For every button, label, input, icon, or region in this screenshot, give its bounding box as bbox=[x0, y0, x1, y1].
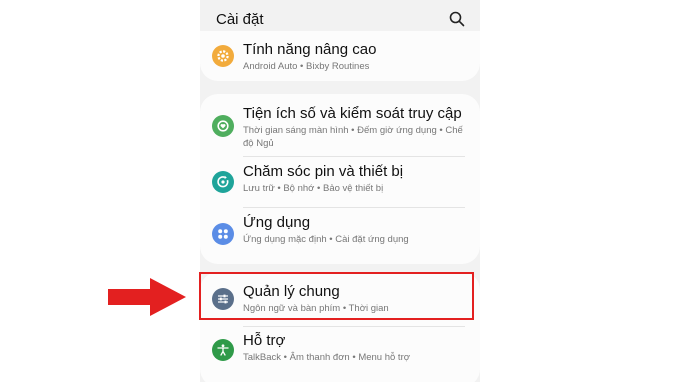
search-icon[interactable] bbox=[448, 10, 466, 28]
gear-icon bbox=[212, 45, 234, 67]
settings-item-accessibility[interactable]: Hỗ trợ TalkBack • Âm thanh đơn • Menu hỗ… bbox=[200, 327, 480, 382]
settings-item-subtitle: Ứng dụng mặc định • Cài đặt ứng dụng bbox=[243, 234, 409, 245]
apps-icon bbox=[212, 223, 234, 245]
settings-screen: Cài đặt Tính năng nâng cao Android Auto … bbox=[200, 0, 480, 382]
settings-item-label: Tiện ích số và kiểm soát truy cập bbox=[243, 105, 462, 122]
accessibility-icon bbox=[212, 339, 234, 361]
settings-item-apps[interactable]: Ứng dụng Ứng dụng mặc định • Cài đặt ứng… bbox=[200, 208, 480, 264]
settings-card-main: Tiện ích số và kiểm soát truy cập Thời g… bbox=[200, 94, 480, 264]
settings-item-digital-wellbeing[interactable]: Tiện ích số và kiểm soát truy cập Thời g… bbox=[200, 94, 480, 156]
settings-item-subtitle: Thời gian sáng màn hình • Đếm giờ ứng dụ… bbox=[243, 125, 463, 149]
settings-item-subtitle: Android Auto • Bixby Routines bbox=[243, 61, 370, 72]
device-care-icon bbox=[212, 171, 234, 193]
settings-item-label: Hỗ trợ bbox=[243, 332, 286, 349]
settings-item-battery-device-care[interactable]: Chăm sóc pin và thiết bị Lưu trữ • Bộ nh… bbox=[200, 157, 480, 207]
pointer-arrow-icon bbox=[108, 278, 186, 316]
settings-item-label: Ứng dụng bbox=[243, 214, 311, 231]
settings-item-label: Tính năng nâng cao bbox=[243, 41, 377, 58]
digital-wellbeing-icon bbox=[212, 115, 234, 137]
settings-item-subtitle: Lưu trữ • Bộ nhớ • Bảo vệ thiết bị bbox=[243, 183, 384, 194]
settings-item-subtitle: TalkBack • Âm thanh đơn • Menu hỗ trợ bbox=[243, 352, 410, 363]
page-title: Cài đặt bbox=[216, 11, 264, 28]
settings-item-label: Chăm sóc pin và thiết bị bbox=[243, 163, 404, 180]
highlight-box bbox=[199, 272, 474, 320]
settings-item-advanced-features[interactable]: Tính năng nâng cao Android Auto • Bixby … bbox=[200, 31, 480, 81]
settings-card-advanced: Tính năng nâng cao Android Auto • Bixby … bbox=[200, 31, 480, 81]
